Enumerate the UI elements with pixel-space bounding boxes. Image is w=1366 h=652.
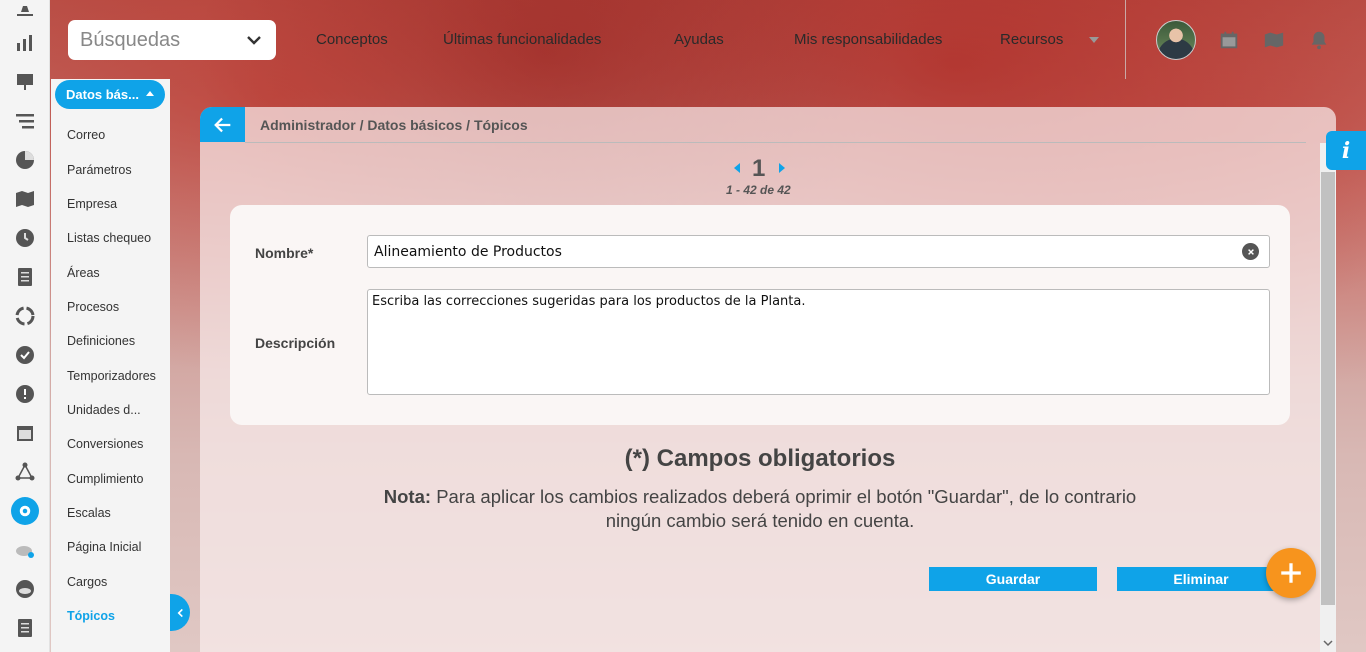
name-value: Alineamiento de Productos xyxy=(374,243,562,260)
nav-caret-down-icon[interactable] xyxy=(1089,37,1099,43)
bar-chart-icon[interactable] xyxy=(11,29,39,57)
description-label: Descripción xyxy=(255,335,336,351)
settings-icon[interactable] xyxy=(11,497,39,525)
chevron-down-icon xyxy=(247,36,261,45)
calendar-icon[interactable] xyxy=(1218,29,1240,51)
cycle-icon[interactable] xyxy=(11,302,39,330)
description-value: Escriba las correcciones sugeridas para … xyxy=(372,294,806,309)
nav-ayudas[interactable]: Ayudas xyxy=(674,31,724,48)
sidebar-item-correo[interactable]: Correo xyxy=(67,128,105,142)
sidebar-item-empresa[interactable]: Empresa xyxy=(67,197,117,211)
description-field[interactable]: Escriba las correcciones sugeridas para … xyxy=(367,289,1270,395)
nav-conceptos[interactable]: Conceptos xyxy=(316,31,388,48)
search-placeholder: Búsquedas xyxy=(80,28,181,51)
sidebar-item-procesos[interactable]: Procesos xyxy=(67,300,119,314)
save-button[interactable]: Guardar xyxy=(929,567,1097,591)
nav-recursos[interactable]: Recursos xyxy=(1000,31,1063,48)
list-icon[interactable] xyxy=(11,614,39,642)
sidebar-item-cargos[interactable]: Cargos xyxy=(67,575,107,589)
scroll-down-icon[interactable] xyxy=(1323,638,1333,648)
name-label: Nombre* xyxy=(255,245,314,261)
back-button[interactable] xyxy=(200,107,245,142)
sidebar-header[interactable]: Datos bás... xyxy=(55,80,165,109)
bell-icon[interactable] xyxy=(1308,29,1330,51)
document-icon[interactable] xyxy=(11,263,39,291)
save-note: Nota: Para aplicar los cambios realizado… xyxy=(360,485,1160,533)
sidebar-header-label: Datos bás... xyxy=(66,87,139,102)
arrow-left-icon xyxy=(213,117,230,132)
sidebar-item-cumplimiento[interactable]: Cumplimiento xyxy=(67,472,143,486)
breadcrumb: Administrador / Datos básicos / Tópicos xyxy=(260,117,528,133)
plus-icon xyxy=(1281,563,1301,583)
list-tree-icon[interactable] xyxy=(11,107,39,135)
sidebar-item-parametros[interactable]: Parámetros xyxy=(67,163,132,177)
note-prefix: Nota: xyxy=(383,486,432,507)
sidebar-item-temporizadores[interactable]: Temporizadores xyxy=(67,369,156,383)
chevron-left-icon xyxy=(177,608,183,617)
pager-next-icon[interactable] xyxy=(779,163,785,173)
presentation-icon[interactable] xyxy=(11,68,39,96)
note-text: Para aplicar los cambios realizados debe… xyxy=(436,486,1137,531)
pager-prev-icon[interactable] xyxy=(734,163,740,173)
cloud-icon[interactable] xyxy=(11,575,39,603)
map-icon[interactable] xyxy=(1262,29,1284,51)
user-icon[interactable] xyxy=(11,0,39,22)
cloud-settings-icon[interactable] xyxy=(11,536,39,564)
avatar[interactable] xyxy=(1156,20,1196,60)
search-select[interactable]: Búsquedas xyxy=(68,20,276,60)
sidebar-item-topicos[interactable]: Tópicos xyxy=(67,609,115,623)
pager-current: 1 xyxy=(752,155,766,182)
sidebar-item-unidades[interactable]: Unidades d... xyxy=(67,403,141,417)
add-button[interactable] xyxy=(1266,548,1316,598)
nav-mis-responsabilidades[interactable]: Mis responsabilidades xyxy=(794,31,942,48)
required-fields-note: (*) Campos obligatorios xyxy=(624,445,896,472)
calendar-icon[interactable] xyxy=(11,419,39,447)
sidebar-item-listas-chequeo[interactable]: Listas chequeo xyxy=(67,231,151,245)
clear-icon[interactable] xyxy=(1242,243,1259,260)
nav-ultimas-funcionalidades[interactable]: Últimas funcionalidades xyxy=(443,31,601,48)
check-circle-icon[interactable] xyxy=(11,341,39,369)
topbar-divider xyxy=(1125,0,1126,79)
pager-range: 1 - 42 de 42 xyxy=(726,183,791,197)
breadcrumb-divider xyxy=(245,142,1306,143)
warning-icon[interactable] xyxy=(11,380,39,408)
pie-chart-icon[interactable] xyxy=(11,146,39,174)
delete-button[interactable]: Eliminar xyxy=(1117,567,1285,591)
sidebar-item-escalas[interactable]: Escalas xyxy=(67,506,111,520)
info-button[interactable]: i xyxy=(1326,131,1366,170)
name-field[interactable]: Alineamiento de Productos xyxy=(367,235,1270,268)
icon-rail xyxy=(0,0,50,652)
caret-up-icon xyxy=(146,91,154,96)
sidebar-item-pagina-inicial[interactable]: Página Inicial xyxy=(67,540,141,554)
map-icon[interactable] xyxy=(11,185,39,213)
sidebar-item-areas[interactable]: Áreas xyxy=(67,266,100,280)
sidebar-item-definiciones[interactable]: Definiciones xyxy=(67,334,135,348)
scrollbar-thumb[interactable] xyxy=(1321,172,1335,605)
clock-icon[interactable] xyxy=(11,224,39,252)
